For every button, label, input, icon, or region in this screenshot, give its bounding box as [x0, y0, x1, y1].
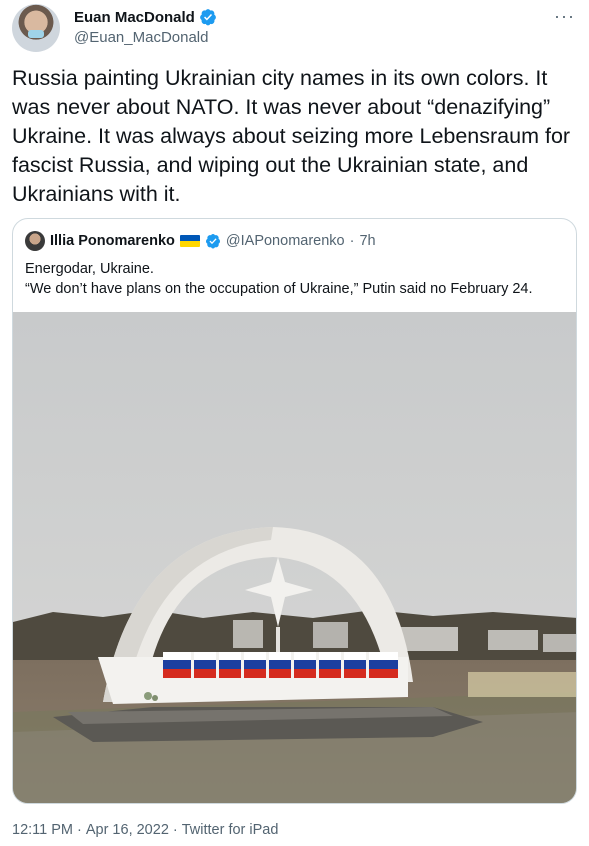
- quoted-tweet-text: Energodar, Ukraine. “We don’t have plans…: [25, 259, 565, 299]
- quoted-author-handle: @IAPonomarenko: [225, 233, 345, 249]
- tweet-date[interactable]: Apr 16, 2022: [86, 822, 169, 838]
- tweet-footer: 12:11 PM · Apr 16, 2022 · Twitter for iP…: [12, 822, 278, 838]
- more-options-icon[interactable]: ···: [554, 6, 575, 27]
- author-avatar[interactable]: [12, 4, 60, 52]
- quoted-tweet-photo[interactable]: [13, 312, 577, 804]
- separator-dot: ·: [172, 822, 178, 838]
- verified-badge-icon: [205, 234, 220, 249]
- tweet-header: Euan MacDonald @Euan_MacDonald ···: [12, 2, 577, 54]
- quoted-tweet[interactable]: Illia Ponomarenko @IAPonomarenko · 7h En…: [12, 218, 577, 804]
- tweet-text: Russia painting Ukrainian city names in …: [12, 66, 571, 206]
- separator-dot: ·: [349, 233, 355, 249]
- tweet-time[interactable]: 12:11 PM: [12, 822, 73, 838]
- quoted-tweet-header: Illia Ponomarenko @IAPonomarenko · 7h: [25, 231, 376, 251]
- author-name-row[interactable]: Euan MacDonald: [74, 8, 217, 26]
- author-display-name[interactable]: Euan MacDonald: [74, 9, 195, 26]
- quoted-text-line-2: “We don’t have plans on the occupation o…: [25, 281, 533, 297]
- painted-sign-letters: [163, 652, 398, 678]
- quoted-author-display-name: Illia Ponomarenko: [50, 233, 175, 249]
- author-handle[interactable]: @Euan_MacDonald: [74, 29, 208, 46]
- quoted-text-line-1: Energodar, Ukraine.: [25, 261, 154, 277]
- separator-dot: ·: [77, 822, 82, 838]
- quoted-timestamp[interactable]: 7h: [359, 233, 375, 249]
- quoted-author-avatar: [25, 231, 45, 251]
- tweet-source[interactable]: Twitter for iPad: [182, 822, 279, 838]
- verified-badge-icon: [199, 9, 216, 26]
- ukraine-flag-icon: [179, 235, 200, 247]
